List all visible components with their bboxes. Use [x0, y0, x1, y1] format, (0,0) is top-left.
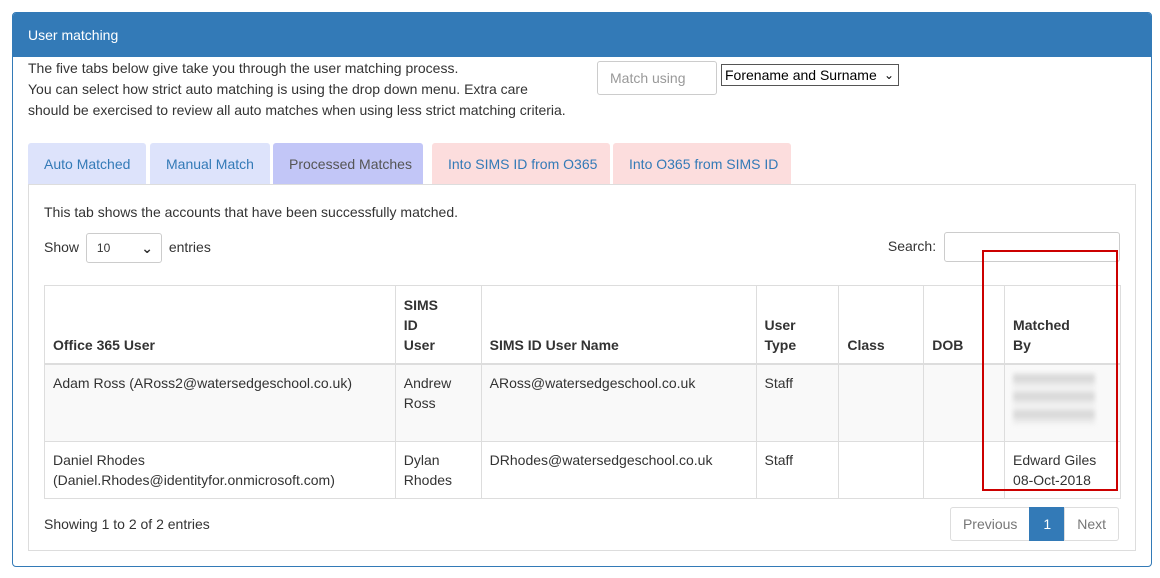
- panel-title: User matching: [13, 13, 1151, 57]
- tab-description: This tab shows the accounts that have be…: [44, 204, 459, 220]
- pagination: Previous 1 Next: [949, 507, 1119, 541]
- cell-class: [838, 363, 925, 442]
- match-criteria-value: Forename and Surname: [725, 67, 877, 83]
- tab-manual-match[interactable]: Manual Match: [150, 143, 270, 185]
- header-class[interactable]: Class: [838, 285, 925, 365]
- header-sims-id-user-name[interactable]: SIMS ID User Name: [480, 285, 757, 365]
- cell-text: Ross: [403, 394, 436, 411]
- cell-sims-name: ARoss@watersedgeschool.co.uk: [480, 363, 757, 442]
- header-dob[interactable]: DOB: [923, 285, 1006, 365]
- header-text: Matched: [1013, 316, 1070, 333]
- search-control: Search:: [887, 231, 1120, 263]
- cell-text: Dylan: [403, 452, 440, 468]
- blurred-matched-by: [1013, 372, 1096, 425]
- cell-class: [838, 441, 925, 499]
- intro-line-3: should be exercised to review all auto m…: [28, 102, 566, 118]
- tab-into-sims-from-o365[interactable]: Into SIMS ID from O365: [432, 143, 610, 185]
- search-input[interactable]: [944, 232, 1120, 263]
- search-label: Search:: [887, 238, 937, 254]
- table-row: Daniel Rhodes (Daniel.Rhodes@identityfor…: [44, 441, 1121, 499]
- intro-text: The five tabs below give take you throug…: [28, 58, 588, 121]
- cell-office-user: Adam Ross (ARoss2@watersedgeschool.co.uk…: [44, 363, 396, 442]
- chevron-down-icon: ⌄: [883, 68, 894, 82]
- cell-text: 08-Oct-2018: [1013, 472, 1091, 488]
- next-button[interactable]: Next: [1064, 507, 1119, 541]
- header-sims-id-user[interactable]: SIMS ID User: [394, 285, 482, 365]
- table-header-row: Office 365 User SIMS ID User SIMS ID Use…: [44, 285, 1121, 365]
- header-text: SIMS: [403, 296, 438, 313]
- entries-select[interactable]: 10 ⌄: [85, 233, 162, 264]
- header-text: Type: [764, 336, 797, 353]
- header-text: User: [764, 316, 796, 333]
- cell-text: Rhodes: [403, 472, 453, 488]
- cell-matched-by: [1004, 363, 1121, 442]
- header-office-365-user[interactable]: Office 365 User: [44, 285, 396, 365]
- header-text: ID: [403, 316, 418, 333]
- cell-matched-by: Edward Giles 08-Oct-2018: [1004, 441, 1121, 499]
- tab-processed-matches[interactable]: Processed Matches: [273, 143, 423, 185]
- intro-line-2: You can select how strict auto matching …: [28, 81, 528, 97]
- header-matched-by[interactable]: Matched By: [1004, 285, 1121, 365]
- cell-dob: [923, 441, 1006, 499]
- match-using-label: Match using: [597, 61, 717, 95]
- header-user-type[interactable]: User Type: [755, 285, 840, 365]
- table-info: Showing 1 to 2 of 2 entries: [44, 516, 210, 532]
- chevron-down-icon: ⌄: [141, 240, 153, 257]
- cell-office-user: Daniel Rhodes (Daniel.Rhodes@identityfor…: [44, 441, 396, 499]
- cell-user-type: Staff: [755, 363, 840, 442]
- intro-line-1: The five tabs below give take you throug…: [28, 60, 459, 76]
- entries-label: entries: [168, 239, 211, 255]
- cell-sims-user: Dylan Rhodes: [394, 441, 482, 499]
- processed-matches-table: Office 365 User SIMS ID User SIMS ID Use…: [44, 285, 1121, 499]
- match-criteria-select[interactable]: Forename and Surname ⌄: [721, 64, 899, 86]
- cell-text: Edward Giles: [1013, 452, 1097, 468]
- cell-dob: [923, 363, 1006, 442]
- tab-content: This tab shows the accounts that have be…: [28, 184, 1136, 551]
- cell-text: (Daniel.Rhodes@identityfor.onmicrosoft.c…: [53, 472, 335, 488]
- user-matching-panel: User matching The five tabs below give t…: [12, 12, 1152, 567]
- table-row: Adam Ross (ARoss2@watersedgeschool.co.uk…: [44, 363, 1121, 442]
- tab-auto-matched[interactable]: Auto Matched: [28, 143, 146, 185]
- previous-button[interactable]: Previous: [949, 507, 1031, 541]
- cell-sims-name: DRhodes@watersedgeschool.co.uk: [480, 441, 757, 499]
- entries-value: 10: [96, 241, 111, 256]
- cell-user-type: Staff: [755, 441, 840, 499]
- cell-text: Andrew: [403, 374, 452, 391]
- show-label: Show: [44, 239, 80, 255]
- tab-into-o365-from-sims[interactable]: Into O365 from SIMS ID: [613, 143, 791, 185]
- header-text: User: [403, 336, 435, 353]
- page-1-button[interactable]: 1: [1029, 507, 1066, 541]
- entries-length-control: Show 10 ⌄ entries: [44, 232, 211, 264]
- cell-sims-user: Andrew Ross: [394, 363, 482, 442]
- header-text: By: [1013, 336, 1031, 353]
- cell-text: Daniel Rhodes: [53, 452, 145, 468]
